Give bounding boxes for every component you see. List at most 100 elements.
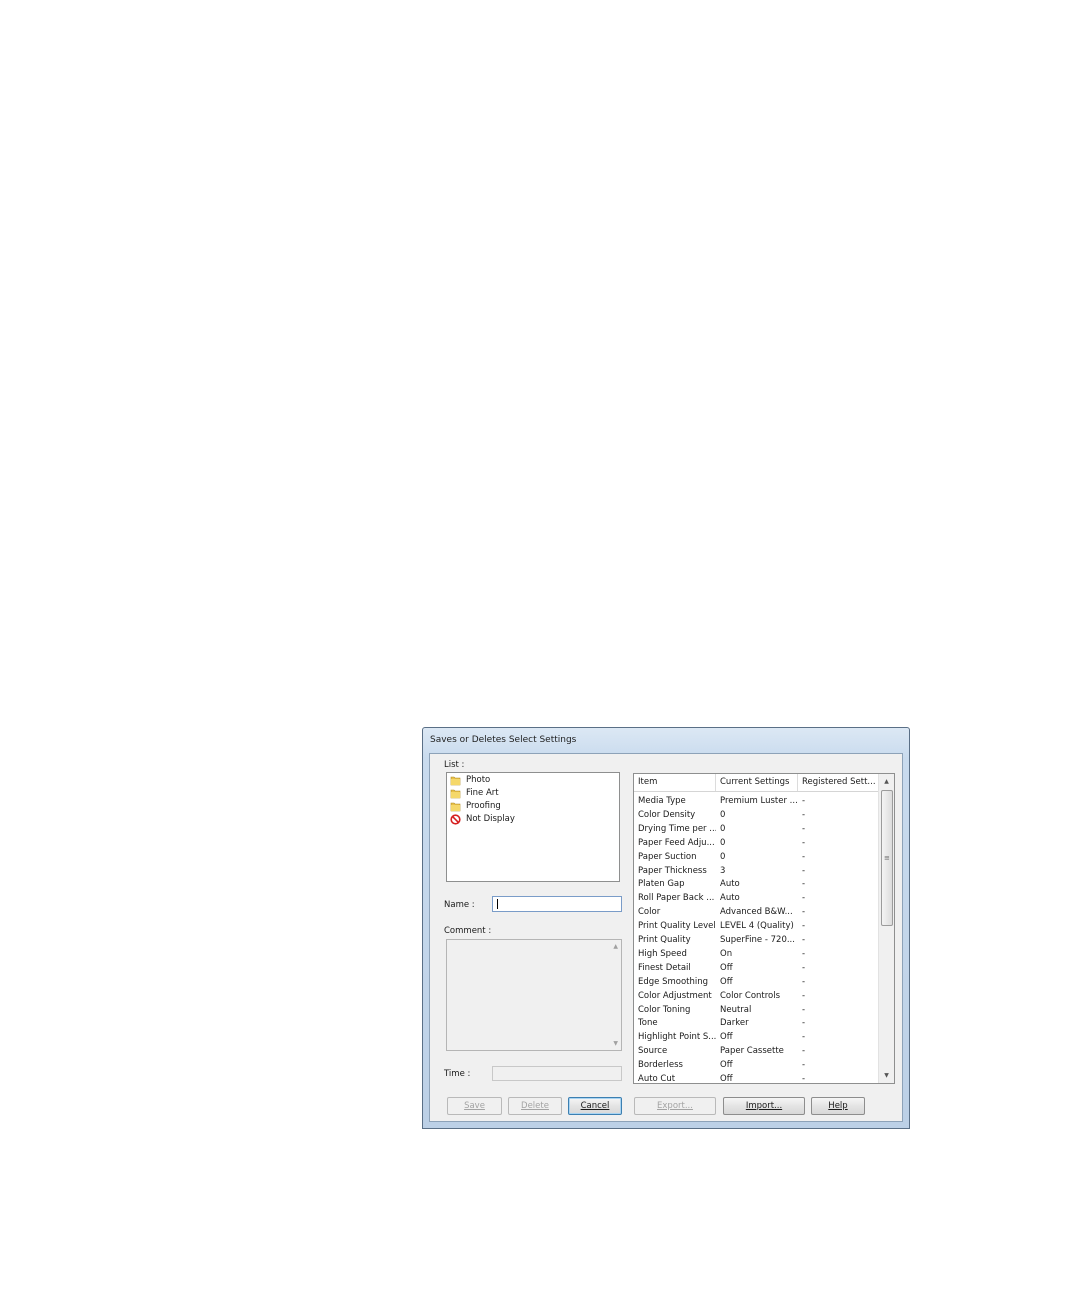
name-input[interactable]: [492, 896, 622, 912]
cell-registered-setting: -: [802, 948, 806, 959]
cell-item: Color Density: [638, 809, 696, 820]
cell-current-setting: Auto: [720, 893, 740, 904]
cell-item: Platen Gap: [638, 879, 685, 890]
cell-current-setting: Auto: [720, 879, 740, 890]
cell-registered-setting: -: [802, 976, 806, 987]
table-row[interactable]: Color Toning Neutral -: [634, 1003, 880, 1017]
cell-item: Color Adjustment: [638, 990, 712, 1001]
cell-current-setting: Off: [720, 1074, 733, 1084]
delete-button[interactable]: Delete: [508, 1097, 562, 1115]
grip-icon: ≡: [884, 854, 890, 862]
title-bar[interactable]: Saves or Deletes Select Settings: [423, 728, 909, 752]
cancel-button[interactable]: Cancel: [568, 1097, 622, 1115]
cell-registered-setting: -: [802, 796, 806, 806]
cell-item: Auto Cut: [638, 1074, 676, 1084]
table-row[interactable]: Paper Suction 0 -: [634, 850, 880, 864]
cell-current-setting: Premium Luster ...: [720, 796, 798, 806]
cell-registered-setting: -: [802, 879, 806, 890]
cell-registered-setting: -: [802, 823, 806, 834]
cell-registered-setting: -: [802, 907, 806, 918]
time-field: [492, 1066, 622, 1081]
column-header-current-settings[interactable]: Current Settings: [716, 774, 798, 791]
cell-registered-setting: -: [802, 851, 806, 862]
export-button[interactable]: Export...: [634, 1097, 716, 1115]
table-row[interactable]: Print Quality Level LEVEL 4 (Quality) -: [634, 919, 880, 933]
cell-item: Print Quality: [638, 935, 691, 945]
scroll-up-icon[interactable]: ▲: [879, 774, 894, 789]
table-row[interactable]: Auto Cut Off -: [634, 1072, 880, 1084]
list-item-not-display[interactable]: Not Display: [450, 813, 515, 825]
text-caret: [497, 899, 498, 909]
cell-current-setting: Off: [720, 962, 733, 973]
table-scrollbar[interactable]: ▲ ≡ ▼: [878, 774, 894, 1083]
table-row[interactable]: Edge Smoothing Off -: [634, 975, 880, 989]
cell-current-setting: LEVEL 4 (Quality): [720, 921, 794, 932]
cell-registered-setting: -: [802, 837, 806, 848]
cell-current-setting: 0: [720, 823, 726, 834]
list-item-fine-art[interactable]: Fine Art: [450, 787, 499, 799]
cell-current-setting: Color Controls: [720, 990, 781, 1001]
scroll-down-icon: ▼: [613, 1040, 618, 1047]
table-row[interactable]: Drying Time per ... 0 -: [634, 822, 880, 836]
list-item-label: Photo: [466, 775, 491, 785]
table-row[interactable]: Color Advanced B&W... -: [634, 905, 880, 919]
import-button[interactable]: Import...: [723, 1097, 805, 1115]
cell-registered-setting: -: [802, 1074, 806, 1084]
cell-registered-setting: -: [802, 935, 806, 945]
table-row[interactable]: High Speed On -: [634, 947, 880, 961]
cell-item: Paper Feed Adju...: [638, 837, 715, 848]
time-label: Time :: [444, 1069, 471, 1079]
table-row[interactable]: Borderless Off -: [634, 1058, 880, 1072]
list-label: List :: [444, 760, 465, 770]
cell-registered-setting: -: [802, 893, 806, 904]
table-row[interactable]: Print Quality SuperFine - 720... -: [634, 933, 880, 947]
cell-current-setting: Advanced B&W...: [720, 907, 793, 918]
scrollbar-thumb[interactable]: ≡: [881, 790, 893, 926]
list-item-proofing[interactable]: Proofing: [450, 800, 501, 812]
table-row[interactable]: Paper Feed Adju... 0 -: [634, 836, 880, 850]
cell-registered-setting: -: [802, 809, 806, 820]
table-row[interactable]: Media Type Premium Luster ... -: [634, 794, 880, 808]
settings-table[interactable]: Item Current Settings Registered Sett...…: [633, 773, 895, 1084]
cell-current-setting: On: [720, 948, 733, 959]
comment-label: Comment :: [444, 926, 492, 936]
cell-current-setting: Neutral: [720, 1004, 752, 1015]
folder-icon: [450, 789, 461, 798]
cell-registered-setting: -: [802, 865, 806, 876]
name-label: Name :: [444, 900, 475, 910]
table-row[interactable]: Source Paper Cassette -: [634, 1044, 880, 1058]
table-row[interactable]: Tone Darker -: [634, 1016, 880, 1030]
table-row[interactable]: Finest Detail Off -: [634, 961, 880, 975]
table-header: Item Current Settings Registered Sett...: [634, 774, 880, 792]
cell-item: Roll Paper Back ...: [638, 893, 715, 904]
column-header-registered-settings[interactable]: Registered Sett...: [798, 774, 880, 791]
cell-registered-setting: -: [802, 1046, 806, 1057]
table-row[interactable]: Paper Thickness 3 -: [634, 864, 880, 878]
settings-list[interactable]: Photo Fine Art Proofing Not Display: [446, 772, 620, 882]
cell-item: Print Quality Level: [638, 921, 716, 932]
scroll-down-icon[interactable]: ▼: [879, 1068, 894, 1083]
cell-registered-setting: -: [802, 1060, 806, 1071]
dialog-client-area: List : Photo Fine Art Proofing Not Displ…: [429, 753, 903, 1122]
folder-icon: [450, 776, 461, 785]
cell-registered-setting: -: [802, 921, 806, 932]
table-row[interactable]: Color Density 0 -: [634, 808, 880, 822]
folder-icon: [450, 802, 461, 811]
cell-registered-setting: -: [802, 1032, 806, 1043]
cell-item: Finest Detail: [638, 962, 691, 973]
list-item-photo[interactable]: Photo: [450, 774, 490, 786]
cell-item: Color Toning: [638, 1004, 691, 1015]
cell-item: Color: [638, 907, 661, 918]
cell-current-setting: 0: [720, 809, 726, 820]
table-row[interactable]: Color Adjustment Color Controls -: [634, 989, 880, 1003]
help-button[interactable]: Help: [811, 1097, 865, 1115]
comment-textarea[interactable]: ▲ ▼: [446, 939, 622, 1051]
save-button[interactable]: Save: [447, 1097, 502, 1115]
cell-current-setting: Paper Cassette: [720, 1046, 784, 1057]
cell-current-setting: 3: [720, 865, 726, 876]
table-row[interactable]: Roll Paper Back ... Auto -: [634, 891, 880, 905]
column-header-item[interactable]: Item: [634, 774, 716, 791]
cell-item: Media Type: [638, 796, 686, 806]
table-row[interactable]: Highlight Point S... Off -: [634, 1030, 880, 1044]
table-row[interactable]: Platen Gap Auto -: [634, 877, 880, 891]
